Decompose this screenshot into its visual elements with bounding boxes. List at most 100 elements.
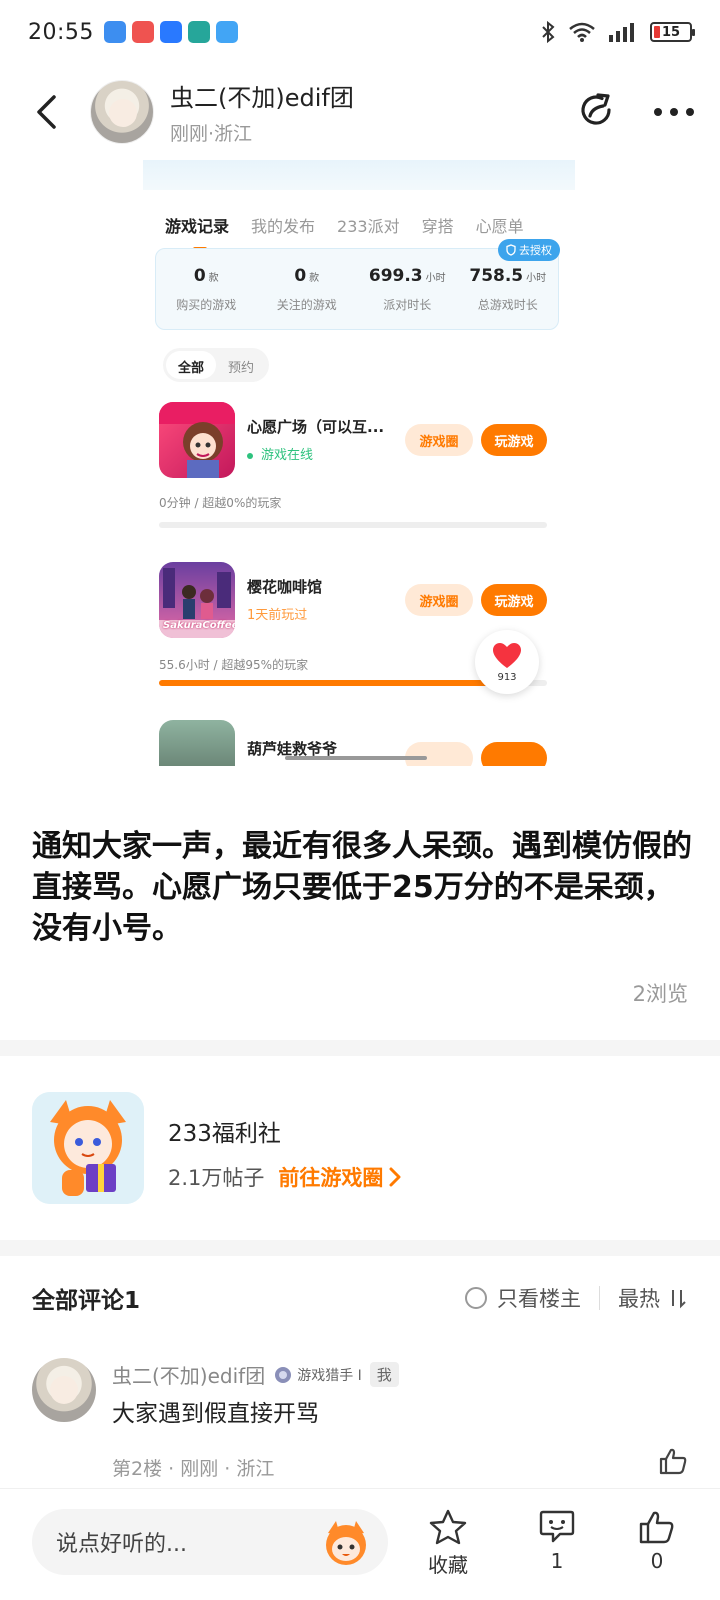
- notification-app-icon: [131, 21, 154, 43]
- only-op-toggle[interactable]: 只看楼主: [465, 1283, 581, 1313]
- sort-label: 最热: [618, 1287, 660, 1311]
- battery-icon: 15: [650, 22, 695, 42]
- commenter-name[interactable]: 虫二(不加)edif团: [112, 1360, 265, 1389]
- author-meta: 刚刚·浙江: [170, 123, 253, 145]
- stat-total-time: 758.5 小时 总游戏时长: [458, 249, 559, 329]
- commenter-avatar[interactable]: [32, 1358, 96, 1422]
- stat-label: 购买的游戏: [176, 297, 237, 312]
- stat-unit: 款: [309, 272, 320, 284]
- like-button[interactable]: 0: [638, 1509, 676, 1573]
- heart-icon: [493, 642, 521, 668]
- comment-bubble-icon: [539, 1510, 575, 1543]
- like-bubble-count: 913: [497, 671, 517, 683]
- go-to-circle-link[interactable]: 前往游戏圈: [278, 1162, 401, 1192]
- game-icon-calabash: [159, 720, 235, 766]
- stat-label: 派对时长: [383, 297, 432, 312]
- section-divider: [0, 1040, 720, 1056]
- circle-mascot-art: [32, 1092, 144, 1204]
- share-icon: [581, 93, 611, 125]
- game-circle-button: 游戏圈: [405, 584, 473, 616]
- image-tab-wishlist: 心愿单: [475, 217, 524, 236]
- back-arrow-icon: [37, 95, 56, 129]
- comment-like-button[interactable]: [658, 1446, 688, 1480]
- thumbs-up-icon: [659, 1448, 687, 1475]
- circle-name: 233福利社: [168, 1121, 281, 1147]
- status-time: 20:55: [28, 19, 94, 45]
- auth-badge: 去授权: [498, 239, 560, 261]
- author-info: 虫二(不加)edif团 刚刚·浙江: [170, 78, 354, 146]
- game-last-played: 1天前玩过: [247, 608, 308, 623]
- game-circle-button: [405, 742, 473, 766]
- author-name[interactable]: 虫二(不加)edif团: [170, 78, 354, 113]
- notification-app-icon: [159, 21, 182, 43]
- stat-purchased: 0款 购买的游戏: [156, 249, 257, 329]
- favorite-label: 收藏: [428, 1553, 468, 1577]
- only-op-label: 只看楼主: [497, 1287, 581, 1311]
- bluetooth-icon: [542, 20, 555, 44]
- stat-unit: 款: [208, 272, 219, 284]
- comments-title: 全部评论1: [32, 1288, 141, 1314]
- circle-avatar: [32, 1092, 144, 1204]
- filter-reserved: 预约: [228, 361, 255, 376]
- go-to-circle-label: 前往游戏圈: [278, 1166, 384, 1190]
- game-progress-fill: [159, 680, 528, 686]
- back-button[interactable]: [24, 90, 68, 134]
- stat-followed: 0款 关注的游戏: [257, 249, 358, 329]
- game-icon-text: SakuraCoffee: [163, 620, 235, 631]
- comment-input[interactable]: 说点好听的...: [32, 1509, 388, 1575]
- game-row: 心愿广场（可以互... 游戏在线 游戏圈 玩游戏 0分钟 / 超越0%的玩家: [159, 402, 559, 532]
- author-avatar[interactable]: [90, 80, 154, 144]
- stat-value: 0: [193, 265, 206, 286]
- home-indicator: [285, 756, 427, 760]
- comment-button[interactable]: 1: [538, 1509, 576, 1573]
- image-tab-outfit: 穿搭: [421, 217, 454, 236]
- status-bar: 20:55 15: [0, 0, 720, 64]
- post-header: 虫二(不加)edif团 刚刚·浙江: [0, 64, 720, 160]
- comment-item: 虫二(不加)edif团 游戏猎手 I 我 大家遇到假直接开骂 第2楼 · 刚刚 …: [0, 1350, 720, 1480]
- commenter-badge-label: 游戏猎手 I: [297, 1367, 362, 1384]
- mascot-emoji-icon[interactable]: [320, 1517, 372, 1569]
- image-top-strip: [143, 160, 575, 190]
- sort-icon: [672, 1290, 686, 1309]
- battery-level: 15: [661, 24, 681, 40]
- comment-meta: 第2楼 · 刚刚 · 浙江: [112, 1458, 275, 1480]
- game-circle-button: 游戏圈: [405, 424, 473, 456]
- stat-label: 总游戏时长: [477, 297, 538, 312]
- filter-all: 全部: [166, 351, 217, 379]
- notification-app-icon: [103, 21, 126, 43]
- post-image[interactable]: 游戏记录 我的发布 233派对 穿搭 心愿单 去授权 0款 购买的游戏 0款 关…: [143, 160, 575, 766]
- game-art: [159, 402, 235, 478]
- stat-unit: 小时: [425, 272, 446, 284]
- comment-count: 1: [550, 1549, 564, 1573]
- like-count: 0: [650, 1549, 664, 1573]
- notification-app-icon: [215, 21, 238, 43]
- image-tab-my-posts: 我的发布: [251, 217, 316, 236]
- star-icon: [429, 1509, 467, 1545]
- more-button[interactable]: [652, 103, 696, 122]
- game-meta: 55.6小时 / 超越95%的玩家: [159, 658, 309, 672]
- stat-value: 699.3: [368, 265, 423, 286]
- status-notification-icons: [103, 21, 238, 43]
- post-content: 通知大家一声，最近有很多人呆颈。遇到模仿假的直接骂。心愿广场只要低于25万分的不…: [32, 829, 692, 946]
- commenter-badge: 游戏猎手 I: [273, 1365, 362, 1385]
- play-game-button: 玩游戏: [481, 584, 547, 616]
- game-status-online: 游戏在线: [247, 444, 313, 463]
- more-icon: [654, 107, 694, 116]
- comment-text: 大家遇到假直接开骂: [112, 1401, 319, 1427]
- wifi-icon: [569, 22, 595, 42]
- floating-like-bubble: 913: [475, 630, 539, 694]
- game-stats-card: 去授权 0款 购买的游戏 0款 关注的游戏 699.3 小时 派对时长 758.5…: [155, 239, 560, 330]
- commenter-row: 虫二(不加)edif团 游戏猎手 I 我: [112, 1360, 399, 1389]
- badge-icon: [275, 1366, 292, 1383]
- game-circle-card[interactable]: 233福利社 2.1万帖子 前往游戏圈: [0, 1062, 720, 1238]
- stat-party-time: 699.3 小时 派对时长: [357, 249, 458, 329]
- auth-badge-label: 去授权: [519, 244, 552, 257]
- play-game-button: 玩游戏: [481, 424, 547, 456]
- share-button[interactable]: [576, 90, 616, 134]
- signal-icon: [609, 23, 634, 42]
- thumbs-up-icon: [639, 1511, 674, 1544]
- favorite-button[interactable]: 收藏: [428, 1509, 468, 1578]
- sort-toggle[interactable]: 最热: [618, 1283, 688, 1313]
- section-divider: [0, 1240, 720, 1256]
- comment-input-placeholder: 说点好听的...: [56, 1532, 187, 1557]
